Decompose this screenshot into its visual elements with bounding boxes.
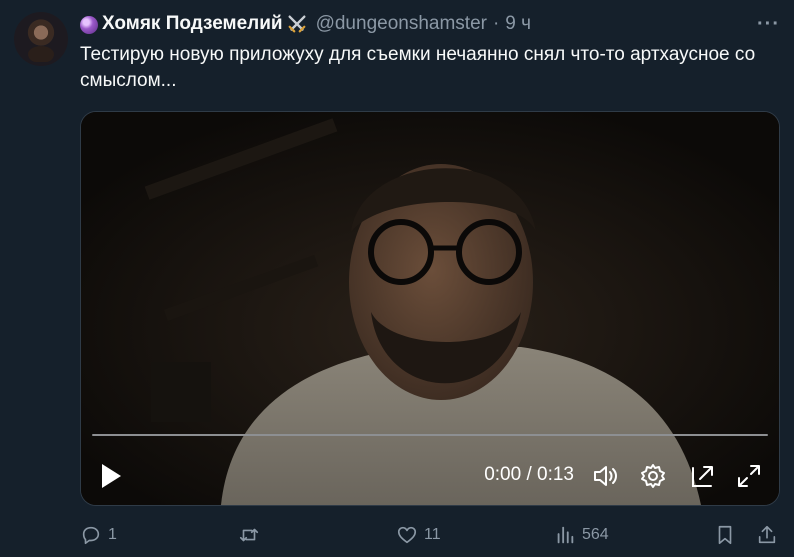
tweet-actions: 1 11 564 (80, 522, 780, 550)
retweet-icon (239, 528, 259, 542)
retweet-button[interactable] (238, 522, 266, 548)
share-icon (758, 525, 776, 544)
crossed-swords-emoji (288, 15, 306, 33)
like-count: 11 (424, 526, 441, 543)
avatar[interactable] (14, 12, 68, 66)
display-name[interactable]: Хомяк Подземелий (102, 13, 283, 35)
popout-icon[interactable] (689, 462, 717, 490)
reply-count: 1 (108, 526, 117, 543)
separator-dot: · (492, 13, 500, 34)
volume-icon[interactable] (591, 462, 619, 490)
play-icon[interactable] (99, 462, 123, 490)
share-button[interactable] (756, 522, 784, 548)
gear-icon[interactable] (639, 462, 667, 490)
more-options-button[interactable]: ··· (757, 13, 780, 36)
crystal-ball-emoji (80, 16, 98, 34)
bookmark-icon (718, 525, 732, 545)
reply-icon (82, 526, 100, 545)
user-handle[interactable]: @dungeonshamster (316, 13, 487, 35)
tweet-text: Тестирую новую приложуху для съемки неча… (80, 44, 756, 91)
heart-icon (397, 526, 417, 544)
video-time: 0:00 / 0:13 (484, 464, 574, 485)
fullscreen-icon[interactable] (735, 462, 763, 490)
video-player[interactable]: 0:00 / 0:13 (80, 111, 780, 506)
timestamp[interactable]: 9 ч (505, 13, 531, 35)
views-button[interactable]: 564 (554, 522, 609, 548)
views-count: 564 (582, 526, 609, 543)
bookmark-button[interactable] (714, 522, 742, 548)
reply-button[interactable]: 1 (80, 522, 117, 548)
tweet-header: Хомяк Подземелий @dungeonshamster · 9 ч … (80, 12, 780, 36)
like-button[interactable]: 11 (396, 522, 441, 548)
video-progress-bar[interactable] (92, 434, 768, 436)
video-frame (81, 112, 779, 505)
views-icon (557, 526, 574, 544)
